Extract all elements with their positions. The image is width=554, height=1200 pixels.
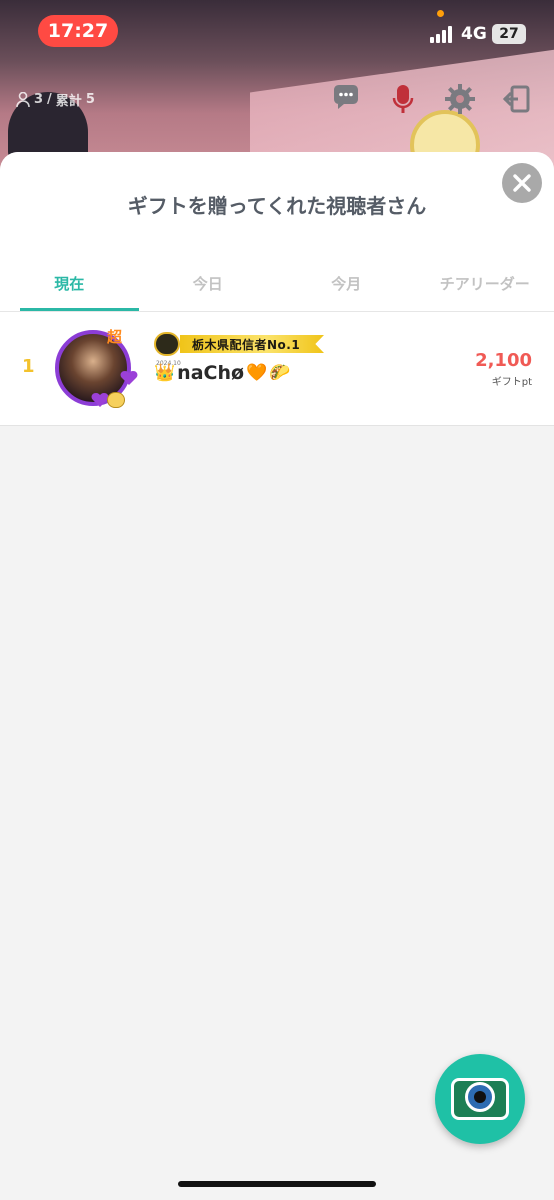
sheet-header: ギフトを贈ってくれた視聴者さん 現在 今日 今月 チアリーダー — [0, 152, 554, 312]
taco-icon: 🌮 — [269, 363, 291, 383]
gear-icon[interactable] — [443, 82, 477, 116]
sheet-title: ギフトを贈ってくれた視聴者さん — [127, 194, 427, 218]
status-time: 17:27 — [38, 15, 118, 47]
rank-number: 1 — [22, 356, 35, 377]
close-icon — [513, 174, 531, 192]
tab-today[interactable]: 今日 — [139, 264, 278, 311]
close-button[interactable] — [502, 163, 542, 203]
chat-icon[interactable] — [330, 82, 364, 116]
crown-coin-icon — [154, 332, 180, 356]
camera-button[interactable] — [435, 1054, 525, 1144]
camera-lens-icon — [465, 1082, 495, 1112]
bear-icon — [107, 392, 125, 408]
banner-text: 栃木県配信者No.1 — [192, 338, 301, 352]
status-bar: 17:27 4G 27 — [0, 0, 554, 64]
microphone-icon[interactable] — [386, 82, 420, 116]
purple-heart-icon — [120, 371, 138, 385]
username-row: 👑 naChø 🧡 🌮 — [154, 362, 290, 384]
username: naChø — [177, 362, 245, 384]
exit-icon[interactable] — [500, 82, 534, 116]
signal-icon — [430, 25, 454, 43]
orange-heart-icon: 🧡 — [246, 363, 268, 383]
tab-current[interactable]: 現在 — [0, 264, 139, 311]
network-type: 4G — [461, 24, 487, 44]
tab-this-month[interactable]: 今月 — [277, 264, 416, 311]
battery-icon: 27 — [492, 24, 526, 44]
crown-icon: 👑 — [154, 363, 176, 383]
ranking-row[interactable]: 1 超 栃木県配信者No.1 2024.10 👑 naChø 🧡 🌮 2,100… — [0, 312, 554, 426]
ranking-tabs: 現在 今日 今月 チアリーダー — [0, 264, 554, 312]
title-banner: 栃木県配信者No.1 2024.10 — [154, 332, 324, 367]
gift-points-unit: ギフトpt — [491, 377, 532, 388]
badge-label: 超 — [107, 328, 123, 346]
gift-ranking-sheet: ギフトを贈ってくれた視聴者さん 現在 今日 今月 チアリーダー 1 超 栃木県配… — [0, 152, 554, 1200]
stream-toolbar — [0, 82, 554, 116]
gift-points-value: 2,100 — [475, 350, 532, 371]
gift-points: 2,100 ギフトpt — [475, 350, 532, 388]
home-indicator[interactable] — [178, 1181, 376, 1187]
tab-cheerleader[interactable]: チアリーダー — [416, 264, 554, 311]
privacy-indicator-dot — [437, 10, 444, 17]
